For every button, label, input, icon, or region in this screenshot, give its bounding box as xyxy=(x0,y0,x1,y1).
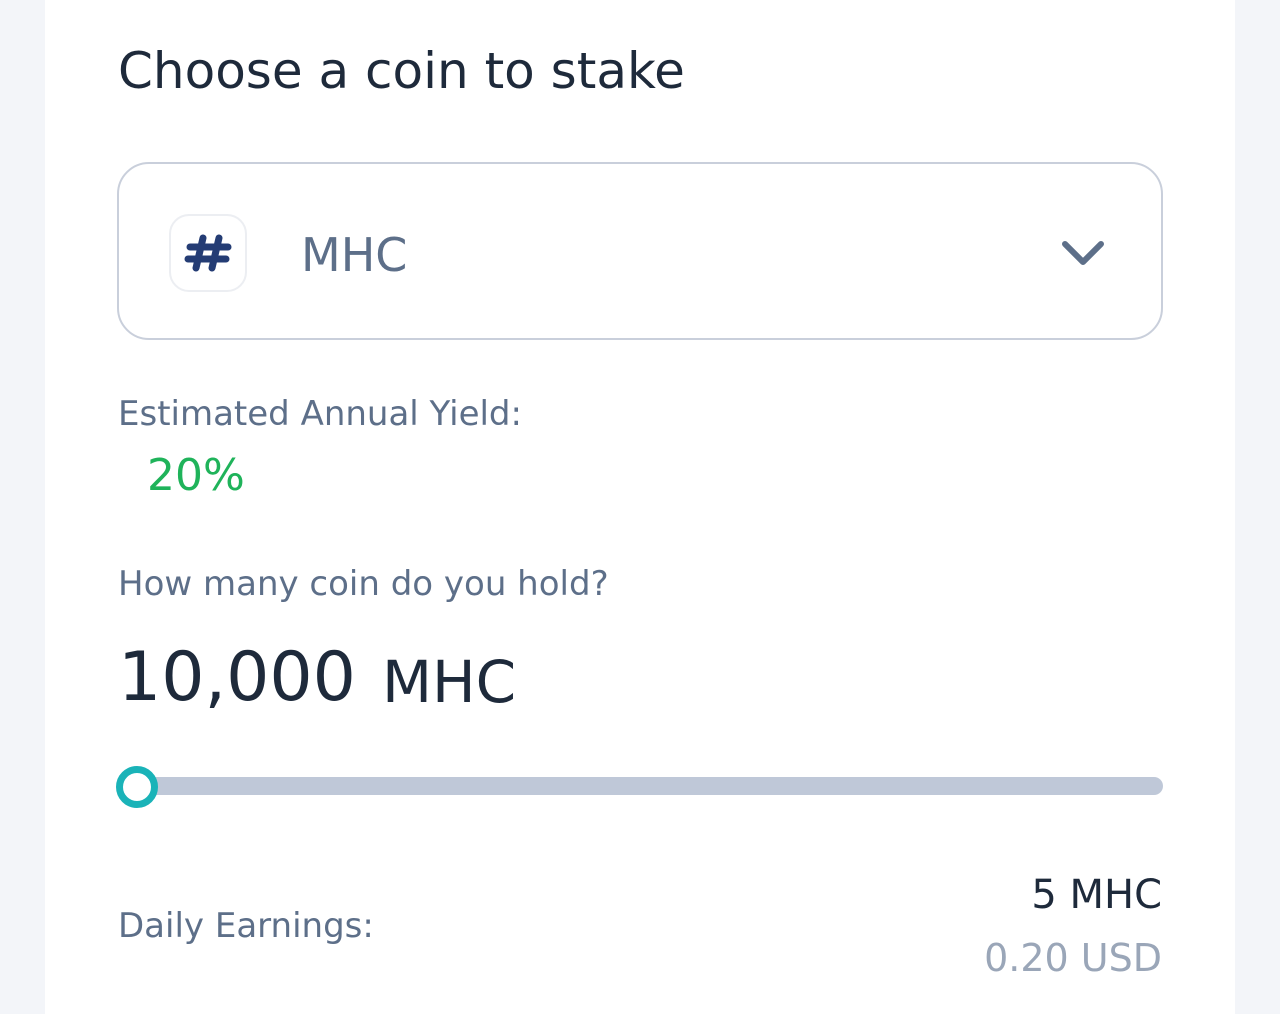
daily-earnings-coin: 5 MHC xyxy=(1031,872,1162,918)
coin-select-dropdown[interactable]: MHC xyxy=(117,162,1163,340)
holding-question-label: How many coin do you hold? xyxy=(118,564,609,604)
slider-track[interactable] xyxy=(137,777,1163,795)
staking-card: Choose a coin to stake MHC Estimated Ann… xyxy=(45,0,1235,1014)
daily-earnings-usd: 0.20 USD xyxy=(984,936,1162,980)
holding-unit: MHC xyxy=(382,648,517,716)
daily-earnings-label: Daily Earnings: xyxy=(118,906,374,946)
page-title: Choose a coin to stake xyxy=(118,42,685,100)
chevron-down-icon xyxy=(1062,241,1104,265)
annual-yield-value: 20% xyxy=(147,450,245,501)
hashtag-icon xyxy=(184,234,232,272)
slider-thumb[interactable] xyxy=(116,766,158,808)
coin-logo xyxy=(169,214,247,292)
selected-coin-label: MHC xyxy=(301,228,408,282)
holding-slider[interactable] xyxy=(116,766,1163,808)
holding-amount[interactable]: 10,000 xyxy=(118,638,356,717)
annual-yield-label: Estimated Annual Yield: xyxy=(118,394,522,434)
